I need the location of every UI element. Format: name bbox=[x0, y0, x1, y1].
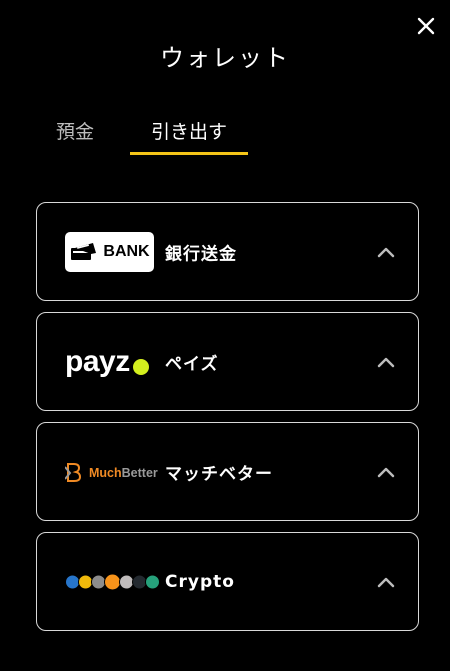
method-label: ペイズ bbox=[165, 354, 219, 374]
method-crypto[interactable]: Crypto bbox=[36, 532, 419, 631]
payment-method-list: BANK 銀行送金 payz ペイズ MuchBetter マッチベター Cry… bbox=[36, 202, 419, 642]
active-tab-indicator bbox=[130, 152, 248, 155]
method-label: Crypto bbox=[165, 571, 235, 592]
close-button[interactable] bbox=[412, 12, 440, 40]
tab-bar: 預金 引き出す bbox=[0, 108, 450, 156]
method-label: 銀行送金 bbox=[165, 244, 237, 264]
page-title: ウォレット bbox=[160, 44, 290, 72]
muchbetter-better-text: Better bbox=[121, 466, 158, 480]
chevron-up-icon bbox=[377, 357, 395, 367]
crypto-coins-icon bbox=[65, 573, 160, 590]
method-payz[interactable]: payz ペイズ bbox=[36, 312, 419, 411]
payz-logo: payz bbox=[65, 345, 149, 379]
tether-icon bbox=[145, 574, 160, 589]
muchbetter-b-icon bbox=[65, 462, 82, 482]
chevron-up-icon bbox=[377, 247, 395, 257]
method-muchbetter[interactable]: MuchBetter マッチベター bbox=[36, 422, 419, 521]
tab-deposit[interactable]: 預金 bbox=[40, 108, 110, 152]
tab-withdraw[interactable]: 引き出す bbox=[130, 108, 248, 152]
payz-logo-text: payz bbox=[65, 344, 130, 378]
chevron-up-icon bbox=[377, 467, 395, 477]
bank-logo: BANK bbox=[65, 231, 154, 272]
muchbetter-much-text: Much bbox=[89, 466, 122, 480]
close-icon bbox=[417, 17, 435, 35]
bank-card-icon bbox=[71, 242, 97, 260]
bank-logo-text: BANK bbox=[103, 242, 150, 260]
method-bank-transfer[interactable]: BANK 銀行送金 bbox=[36, 202, 419, 301]
payz-dot-icon bbox=[132, 358, 149, 375]
muchbetter-logo: MuchBetter bbox=[65, 462, 158, 482]
method-label: マッチベター bbox=[165, 464, 273, 484]
chevron-up-icon bbox=[377, 577, 395, 587]
